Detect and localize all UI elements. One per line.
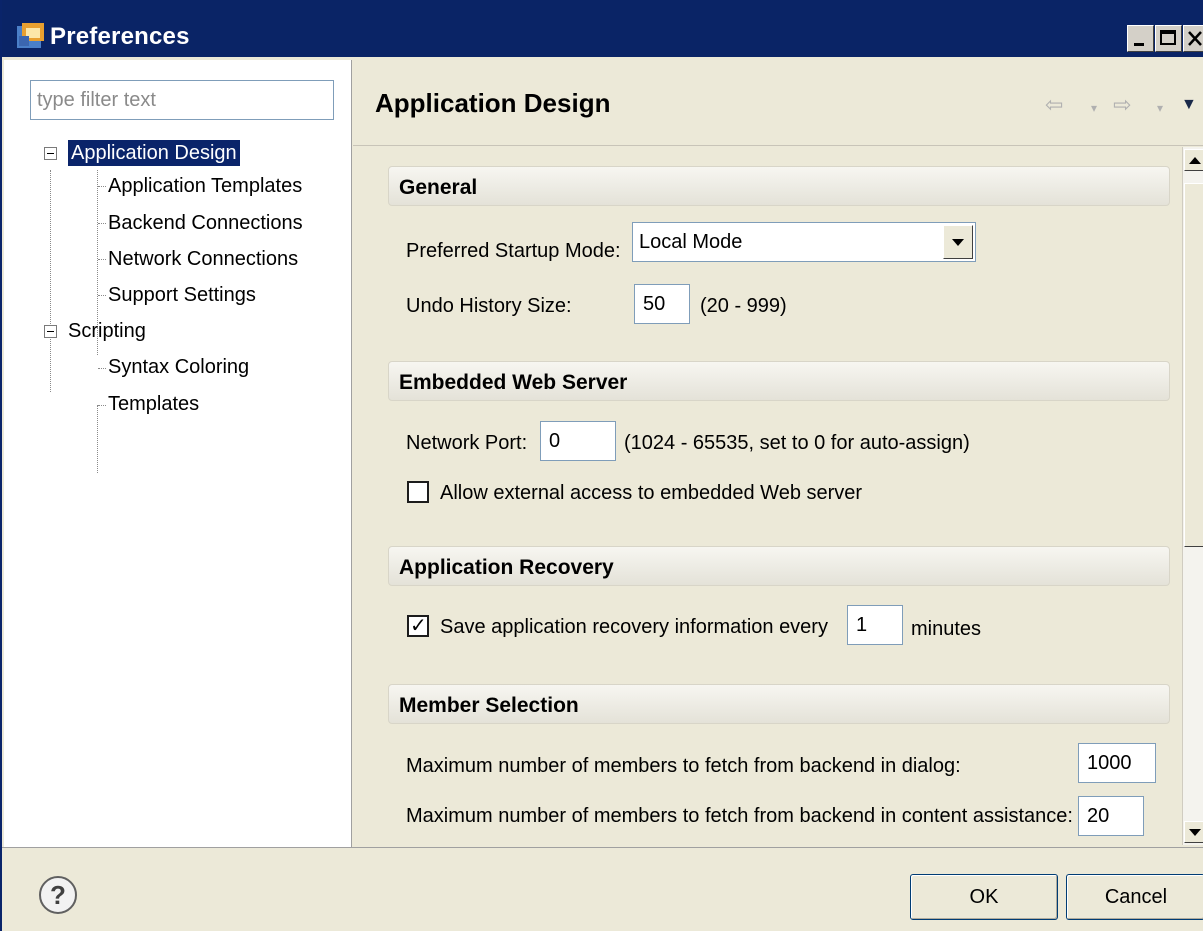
network-port-label: Network Port:: [406, 432, 528, 454]
minimize-button[interactable]: [1127, 25, 1154, 52]
scrollbar-thumb[interactable]: [1184, 183, 1203, 547]
tree-item-syntax-coloring[interactable]: Syntax Coloring: [108, 354, 249, 380]
window-title: Preferences: [50, 23, 190, 50]
tree-item-application-templates[interactable]: Application Templates: [108, 173, 302, 199]
forward-dropdown-icon[interactable]: ▾: [1157, 101, 1163, 115]
network-port-input[interactable]: 0: [540, 421, 616, 461]
tree-item-scripting[interactable]: Scripting: [68, 318, 146, 344]
tree-connector: [98, 259, 106, 260]
close-icon: [1188, 31, 1202, 46]
collapse-icon[interactable]: [44, 325, 57, 338]
tree-connector: [98, 405, 106, 406]
preference-tree: Application Design Application Templates…: [4, 60, 351, 847]
startup-mode-label: Preferred Startup Mode:: [406, 240, 621, 262]
assist-members-label: Maximum number of members to fetch from …: [406, 805, 1073, 827]
check-icon: ✓: [410, 615, 427, 637]
save-recovery-interval-input[interactable]: 1: [847, 605, 903, 645]
dialog-members-label: Maximum number of members to fetch from …: [406, 755, 961, 777]
chevron-down-icon[interactable]: [943, 225, 973, 259]
help-icon[interactable]: ?: [39, 876, 77, 914]
close-button[interactable]: [1183, 25, 1203, 52]
tree-connector: [97, 405, 98, 473]
undo-history-range: (20 - 999): [700, 295, 787, 317]
tree-item-templates[interactable]: Templates: [108, 391, 199, 417]
tree-item-backend-connections[interactable]: Backend Connections: [108, 210, 303, 236]
startup-mode-select[interactable]: Local Mode: [632, 222, 976, 262]
back-arrow-icon[interactable]: ⇦: [1045, 92, 1063, 118]
ok-button[interactable]: OK: [910, 874, 1058, 920]
external-access-label[interactable]: Allow external access to embedded Web se…: [440, 482, 862, 505]
scroll-down-icon[interactable]: [1184, 821, 1203, 843]
content-scrollbar[interactable]: [1182, 147, 1203, 845]
minimize-icon: [1134, 43, 1144, 46]
page-header: Application Design ⇦ ▾ ⇨ ▾ ▼: [353, 60, 1203, 146]
tree-item-application-design[interactable]: Application Design: [68, 140, 240, 166]
section-recovery-header[interactable]: Application Recovery: [388, 546, 1170, 586]
back-dropdown-icon[interactable]: ▾: [1091, 101, 1097, 115]
cancel-button[interactable]: Cancel: [1066, 874, 1203, 920]
scroll-up-icon[interactable]: [1184, 149, 1203, 171]
tree-connector: [50, 170, 51, 392]
preferences-window: Preferences Application Design Applicati…: [0, 0, 1203, 931]
undo-history-label: Undo History Size:: [406, 295, 572, 317]
collapse-icon[interactable]: [44, 147, 57, 160]
page-title: Application Design: [375, 88, 611, 118]
app-icon: [17, 23, 44, 48]
tree-connector: [98, 186, 106, 187]
maximize-icon: [1160, 30, 1176, 45]
maximize-button[interactable]: [1155, 25, 1182, 52]
title-bar: Preferences: [2, 0, 1203, 57]
tree-connector: [98, 223, 106, 224]
save-recovery-checkbox[interactable]: ✓: [407, 615, 429, 637]
network-port-hint: (1024 - 65535, set to 0 for auto-assign): [624, 432, 970, 454]
section-general-header[interactable]: General: [388, 166, 1170, 206]
forward-arrow-icon[interactable]: ⇨: [1113, 92, 1131, 118]
external-access-checkbox[interactable]: [407, 481, 429, 503]
startup-mode-value: Local Mode: [639, 231, 743, 253]
preference-tree-pane: Application Design Application Templates…: [4, 60, 352, 847]
tree-connector: [98, 368, 106, 369]
section-member-selection-header[interactable]: Member Selection: [388, 684, 1170, 724]
tree-item-support-settings[interactable]: Support Settings: [108, 282, 256, 308]
dialog-members-input[interactable]: 1000: [1078, 743, 1156, 783]
dialog-button-bar: ? OK Cancel: [2, 847, 1203, 931]
assist-members-input[interactable]: 20: [1078, 796, 1144, 836]
tree-connector: [98, 295, 106, 296]
tree-item-network-connections[interactable]: Network Connections: [108, 246, 298, 272]
view-menu-icon[interactable]: ▼: [1181, 96, 1197, 114]
section-web-server-header[interactable]: Embedded Web Server: [388, 361, 1170, 401]
save-recovery-label[interactable]: Save application recovery information ev…: [440, 616, 828, 639]
undo-history-input[interactable]: 50: [634, 284, 690, 324]
save-recovery-unit: minutes: [911, 618, 982, 640]
